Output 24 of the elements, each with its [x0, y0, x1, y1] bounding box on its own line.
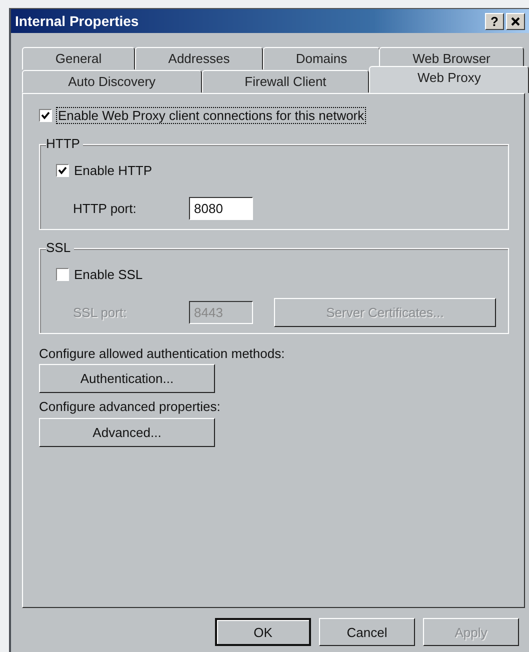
close-button[interactable] — [506, 12, 525, 30]
checkbox-label: Enable SSL — [74, 266, 143, 282]
close-icon — [511, 16, 520, 26]
window-title: Internal Properties — [15, 13, 140, 29]
checkbox-label: Enable HTTP — [74, 162, 152, 178]
section-caption: Configure advanced properties: — [39, 399, 222, 414]
tab[interactable]: Web Proxy — [369, 66, 529, 93]
port-label: HTTP port: — [73, 200, 138, 216]
tab[interactable]: General — [22, 47, 135, 70]
tab[interactable]: Auto Discovery — [22, 70, 202, 93]
action-button[interactable]: Advanced... — [39, 418, 215, 447]
checkbox-label: Enable Web Proxy client connections for this network — [57, 108, 366, 122]
checkbox[interactable] — [56, 268, 69, 280]
section-caption: Configure allowed authentication methods: — [39, 345, 286, 363]
dialog-button[interactable]: Cancel — [319, 618, 415, 646]
port-field[interactable]: 8080 — [189, 196, 253, 220]
tab[interactable]: Addresses — [135, 47, 263, 70]
tab[interactable]: Domains — [263, 47, 380, 70]
dialog-button[interactable]: OK — [215, 618, 311, 646]
help-button[interactable]: ? — [485, 12, 504, 30]
action-button[interactable]: Authentication... — [39, 364, 215, 393]
checkbox[interactable] — [56, 164, 69, 176]
tab[interactable]: Firewall Client — [202, 70, 370, 93]
checkbox[interactable] — [39, 108, 52, 122]
